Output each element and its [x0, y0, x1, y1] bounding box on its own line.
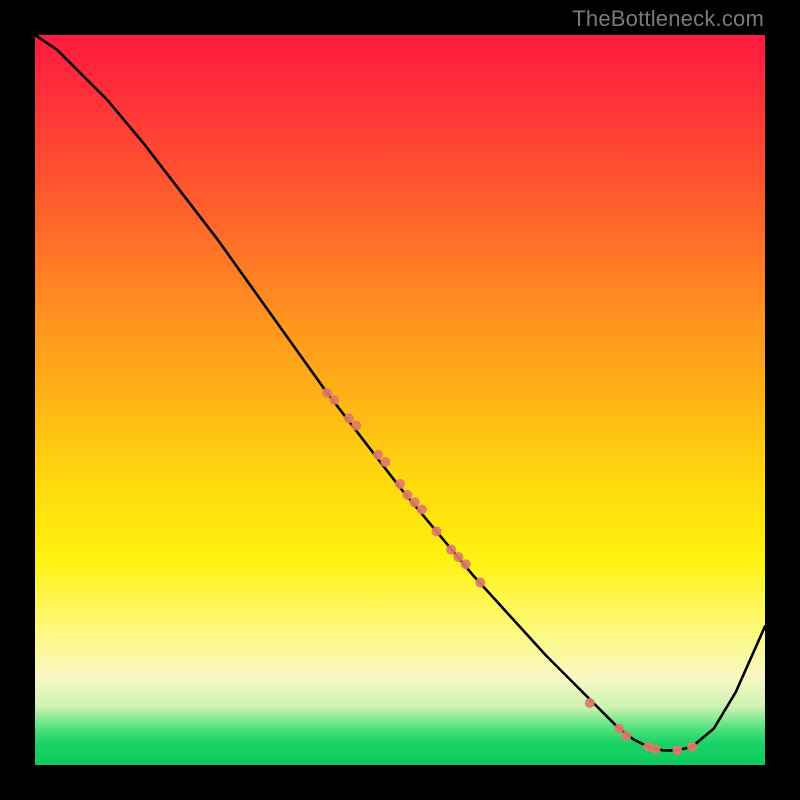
- data-point: [453, 552, 463, 562]
- data-point: [373, 450, 383, 460]
- data-point: [621, 731, 631, 741]
- curve-layer: [35, 35, 765, 750]
- data-point: [446, 545, 456, 555]
- data-point: [351, 421, 361, 431]
- data-point: [410, 497, 420, 507]
- data-point: [329, 395, 339, 405]
- data-point: [672, 745, 682, 755]
- data-point: [614, 724, 624, 734]
- data-point: [461, 559, 471, 569]
- data-point: [417, 505, 427, 515]
- chart-frame: TheBottleneck.com: [0, 0, 800, 800]
- data-point: [585, 698, 595, 708]
- chart-svg: [35, 35, 765, 765]
- data-point: [344, 413, 354, 423]
- watermark-text: TheBottleneck.com: [572, 6, 764, 32]
- data-point: [651, 744, 661, 754]
- marker-layer: [322, 388, 697, 756]
- data-point: [402, 490, 412, 500]
- data-point: [687, 742, 697, 752]
- data-point: [395, 479, 405, 489]
- data-point: [432, 526, 442, 536]
- data-point: [380, 457, 390, 467]
- data-point: [322, 388, 332, 398]
- data-point: [475, 578, 485, 588]
- bottleneck-curve: [35, 35, 765, 750]
